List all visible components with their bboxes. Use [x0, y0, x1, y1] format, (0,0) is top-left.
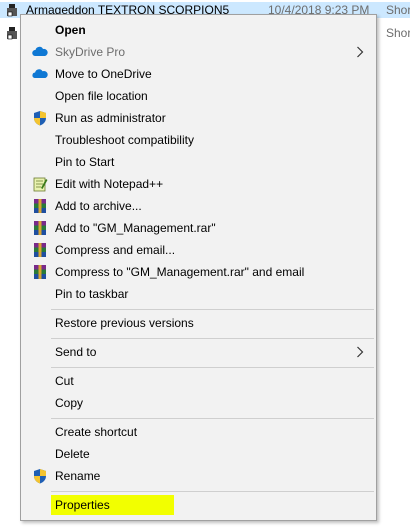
menu-separator: [51, 309, 374, 310]
menu-item-label: Restore previous versions: [55, 316, 194, 330]
menu-item-pin-to-taskbar[interactable]: Pin to taskbar: [23, 283, 374, 305]
shield-icon: [32, 110, 48, 126]
menu-item-label: Send to: [55, 345, 97, 359]
menu-item-add-to-rar[interactable]: Add to "GM_Management.rar": [23, 217, 374, 239]
winrar-icon: [32, 264, 48, 280]
menu-item-label: Rename: [55, 469, 101, 483]
menu-item-label: Add to archive...: [55, 199, 142, 213]
menu-item-move-to-onedrive[interactable]: Move to OneDrive: [23, 63, 374, 85]
menu-item-delete[interactable]: Delete: [23, 443, 374, 465]
winrar-icon: [32, 242, 48, 258]
explorer-window: Armageddon TEXTRON SCORPION5 10/4/2018 9…: [0, 0, 410, 532]
cloud-icon: [32, 44, 48, 60]
menu-item-label: Add to "GM_Management.rar": [55, 221, 216, 235]
menu-item-restore-previous-versions[interactable]: Restore previous versions: [23, 312, 374, 334]
menu-item-label: Open: [55, 23, 86, 37]
menu-item-label: Pin to Start: [55, 155, 115, 169]
menu-item-label: Move to OneDrive: [55, 67, 152, 81]
menu-item-label: Cut: [55, 374, 74, 388]
menu-item-pin-to-start[interactable]: Pin to Start: [23, 151, 374, 173]
menu-item-compress-and-email[interactable]: Compress and email...: [23, 239, 374, 261]
onedrive-icon: [32, 66, 48, 82]
menu-item-troubleshoot-compatibility[interactable]: Troubleshoot compatibility: [23, 129, 374, 151]
menu-separator: [51, 367, 374, 368]
menu-item-label: Compress to "GM_Management.rar" and emai…: [55, 265, 305, 279]
shortcut-file-icon: [7, 27, 17, 40]
shield-icon: [32, 468, 48, 484]
menu-item-copy[interactable]: Copy: [23, 392, 374, 414]
menu-item-label: Pin to taskbar: [55, 287, 129, 301]
menu-item-label: Compress and email...: [55, 243, 176, 257]
winrar-icon: [32, 220, 48, 236]
menu-item-label: Troubleshoot compatibility: [55, 133, 194, 147]
chevron-right-icon: [357, 46, 364, 58]
menu-item-open[interactable]: Open: [23, 19, 374, 41]
menu-item-edit-with-notepad[interactable]: Edit with Notepad++: [23, 173, 374, 195]
menu-separator: [51, 491, 374, 492]
menu-item-send-to[interactable]: Send to: [23, 341, 374, 363]
menu-item-compress-to-rar-and-email[interactable]: Compress to "GM_Management.rar" and emai…: [23, 261, 374, 283]
context-menu: Open SkyDrive Pro Move to OneDrive Open: [20, 14, 377, 521]
menu-item-label: Copy: [55, 396, 84, 410]
chevron-right-icon: [357, 346, 364, 358]
menu-item-run-as-administrator[interactable]: Run as administrator: [23, 107, 374, 129]
menu-item-label: Edit with Notepad++: [55, 177, 164, 191]
menu-item-properties[interactable]: Properties: [23, 494, 374, 516]
menu-item-add-to-archive[interactable]: Add to archive...: [23, 195, 374, 217]
menu-item-label: Delete: [55, 447, 90, 461]
menu-item-rename[interactable]: Rename: [23, 465, 374, 487]
menu-item-label: Properties: [55, 498, 110, 512]
file-type: Shor: [386, 3, 410, 17]
menu-item-label: Create shortcut: [55, 425, 138, 439]
menu-item-cut[interactable]: Cut: [23, 370, 374, 392]
winrar-icon: [32, 198, 48, 214]
menu-item-create-shortcut[interactable]: Create shortcut: [23, 421, 374, 443]
menu-separator: [51, 338, 374, 339]
notepad-icon: [32, 176, 48, 192]
menu-item-label: Open file location: [55, 89, 148, 103]
menu-item-open-file-location[interactable]: Open file location: [23, 85, 374, 107]
shortcut-file-icon: [7, 4, 17, 17]
file-type: Shor: [386, 26, 410, 40]
menu-separator: [51, 418, 374, 419]
menu-item-label: Run as administrator: [55, 111, 166, 125]
menu-item-label: SkyDrive Pro: [55, 45, 126, 59]
menu-item-skydrive-pro[interactable]: SkyDrive Pro: [23, 41, 374, 63]
